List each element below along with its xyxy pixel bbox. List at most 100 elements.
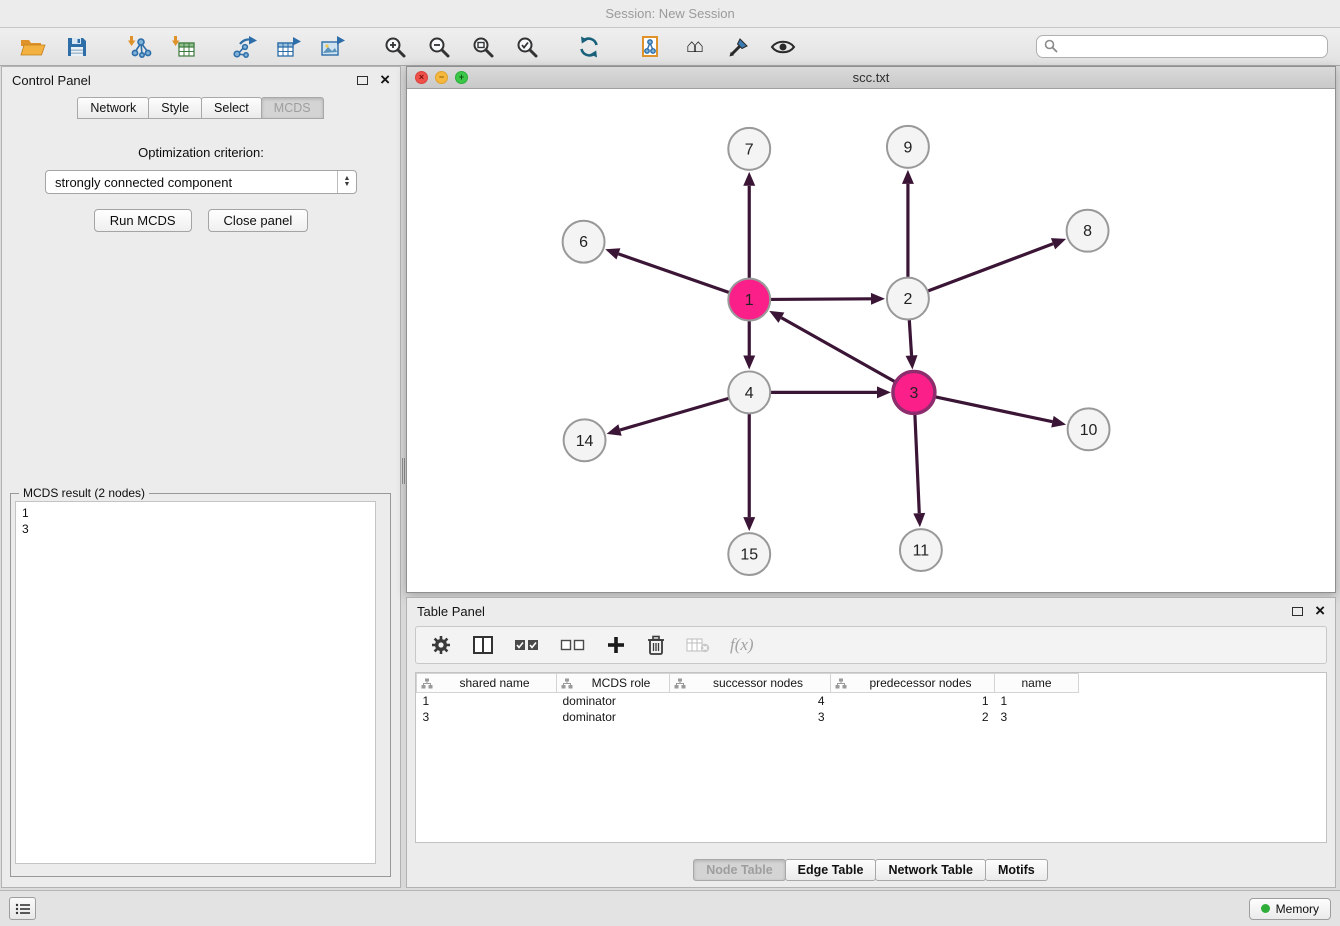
- mcds-result-item[interactable]: 3: [22, 521, 369, 537]
- control-panel-tabs: Network Style Select MCDS: [2, 97, 400, 119]
- zoom-out-button[interactable]: [418, 31, 460, 63]
- import-table-icon: [170, 35, 196, 59]
- memory-label: Memory: [1276, 902, 1319, 916]
- status-bar: Memory: [0, 890, 1340, 926]
- table-panel: Table Panel ×: [406, 597, 1336, 888]
- table-settings-button[interactable]: [430, 634, 452, 656]
- show-columns-button[interactable]: [472, 635, 494, 655]
- edge-3-1[interactable]: [781, 318, 895, 382]
- select-all-columns-button[interactable]: [514, 637, 540, 653]
- tab-node-table[interactable]: Node Table: [693, 859, 785, 881]
- table-panel-header: Table Panel ×: [407, 598, 1335, 624]
- mcds-result-box: MCDS result (2 nodes) 13: [10, 493, 391, 877]
- window-zoom-button[interactable]: +: [455, 71, 468, 84]
- tab-mcds[interactable]: MCDS: [261, 97, 324, 119]
- window-minimize-button[interactable]: −: [435, 71, 448, 84]
- close-panel-icon[interactable]: ×: [380, 74, 390, 86]
- node-label: 6: [579, 234, 588, 251]
- export-network-button[interactable]: [224, 31, 266, 63]
- float-panel-icon[interactable]: [357, 76, 368, 85]
- column-type-icon: [561, 678, 573, 689]
- column-header-shared-name[interactable]: shared name: [417, 674, 557, 693]
- table-row[interactable]: 3dominator323: [417, 709, 1079, 725]
- zoom-selected-button[interactable]: [506, 31, 548, 63]
- edge-arrowhead-icon: [605, 248, 620, 259]
- tab-motifs[interactable]: Motifs: [985, 859, 1048, 881]
- node-label: 7: [745, 141, 754, 158]
- node-label: 8: [1083, 223, 1092, 240]
- apply-style-button[interactable]: [718, 31, 760, 63]
- tab-edge-table[interactable]: Edge Table: [785, 859, 877, 881]
- open-session-button[interactable]: [12, 31, 54, 63]
- delete-column-button[interactable]: [646, 634, 666, 656]
- memory-button[interactable]: Memory: [1249, 898, 1331, 920]
- home-network-button[interactable]: ⌂⌂: [674, 31, 716, 63]
- column-header-successor-nodes[interactable]: successor nodes: [670, 674, 831, 693]
- edge-3-10[interactable]: [934, 397, 1052, 422]
- edge-4-14[interactable]: [620, 398, 729, 430]
- gear-icon: [430, 634, 452, 656]
- column-header-name[interactable]: name: [995, 674, 1079, 693]
- mcds-result-title: MCDS result (2 nodes): [19, 486, 149, 500]
- toolbar-search: [1036, 35, 1328, 58]
- edge-3-11[interactable]: [915, 413, 919, 513]
- mcds-result-item[interactable]: 1: [22, 505, 369, 521]
- column-type-icon: [421, 678, 433, 689]
- edge-1-6[interactable]: [618, 254, 729, 293]
- main-toolbar: ⌂⌂: [0, 28, 1340, 66]
- tab-select[interactable]: Select: [201, 97, 262, 119]
- deselect-all-columns-button[interactable]: [560, 637, 586, 653]
- control-panel-header: Control Panel ×: [2, 67, 400, 93]
- export-network-icon: [232, 35, 258, 59]
- search-input[interactable]: [1036, 35, 1328, 58]
- node-label: 9: [903, 139, 912, 156]
- optimization-criterion-label: Optimization criterion:: [2, 145, 400, 160]
- close-panel-button[interactable]: Close panel: [208, 209, 309, 232]
- edge-2-8[interactable]: [928, 244, 1053, 291]
- edge-arrowhead-icon: [743, 517, 755, 531]
- stepper-down-icon: ▼: [344, 182, 351, 188]
- edge-2-3[interactable]: [909, 320, 911, 356]
- export-image-button[interactable]: [312, 31, 354, 63]
- refresh-layout-button[interactable]: [568, 31, 610, 63]
- function-builder-button: f(x): [730, 635, 754, 655]
- node-label: 3: [909, 385, 918, 402]
- network-canvas[interactable]: 7968123414101511: [407, 90, 1335, 592]
- window-close-button[interactable]: ×: [415, 71, 428, 84]
- import-network-button[interactable]: [118, 31, 160, 63]
- zoom-selected-icon: [515, 35, 539, 59]
- node-label: 14: [576, 433, 594, 450]
- control-panel-title: Control Panel: [12, 73, 91, 88]
- import-table-button[interactable]: [162, 31, 204, 63]
- zoom-fit-button[interactable]: [462, 31, 504, 63]
- column-header-predecessor-nodes[interactable]: predecessor nodes: [831, 674, 995, 693]
- export-table-icon: [276, 35, 302, 59]
- tab-style[interactable]: Style: [148, 97, 202, 119]
- close-table-panel-icon[interactable]: ×: [1315, 605, 1325, 617]
- edge-arrowhead-icon: [743, 172, 755, 186]
- page-network-icon: [639, 35, 663, 59]
- table-row[interactable]: 1dominator411: [417, 693, 1079, 709]
- edge-arrowhead-icon: [1051, 238, 1066, 249]
- task-history-button[interactable]: [9, 897, 36, 920]
- new-network-from-selection-button[interactable]: [630, 31, 672, 63]
- table-toolbar: f(x): [415, 626, 1327, 664]
- run-mcds-button[interactable]: Run MCDS: [94, 209, 192, 232]
- eye-icon: [770, 35, 796, 59]
- node-label: 10: [1080, 422, 1098, 439]
- edge-arrowhead-icon: [906, 355, 918, 369]
- tab-network[interactable]: Network: [77, 97, 149, 119]
- create-column-button[interactable]: [606, 635, 626, 655]
- dropdown-value: strongly connected component: [55, 175, 232, 190]
- column-header-mcds-role[interactable]: MCDS role: [557, 674, 670, 693]
- unchecked-boxes-icon: [560, 637, 586, 653]
- float-table-panel-icon[interactable]: [1292, 607, 1303, 616]
- zoom-in-button[interactable]: [374, 31, 416, 63]
- edge-1-2[interactable]: [770, 299, 871, 300]
- tab-network-table[interactable]: Network Table: [875, 859, 986, 881]
- zoom-out-icon: [427, 35, 451, 59]
- export-table-button[interactable]: [268, 31, 310, 63]
- optimization-dropdown[interactable]: strongly connected component ▲ ▼: [45, 170, 357, 194]
- show-graphics-details-button[interactable]: [762, 31, 804, 63]
- save-session-button[interactable]: [56, 31, 98, 63]
